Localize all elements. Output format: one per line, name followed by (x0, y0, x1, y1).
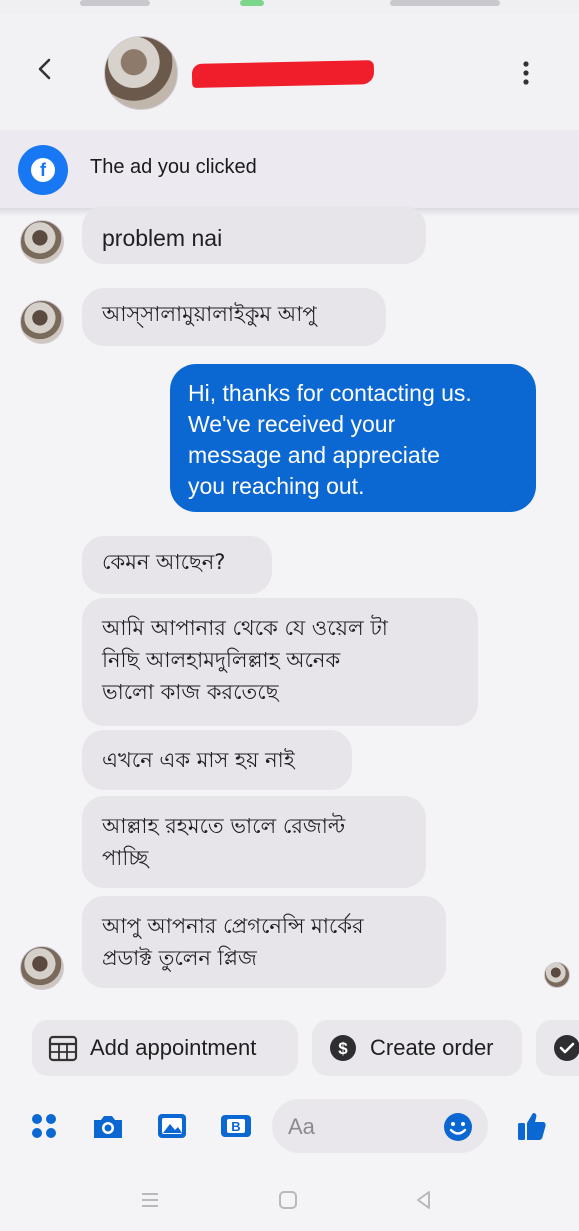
create-order-chip[interactable]: $ Create order (312, 1020, 522, 1076)
message-bubble-outgoing[interactable]: Hi, thanks for contacting us. We've rece… (170, 364, 536, 512)
message-bubble-incoming[interactable]: problem nai (82, 206, 426, 264)
more-options-button[interactable] (516, 58, 536, 88)
sender-avatar[interactable] (20, 300, 64, 344)
message-bubble-incoming[interactable]: আল্লাহ রহমতে ভালে রেজাল্ট পাচ্ছি (82, 796, 426, 888)
message-line: আল্লাহ রহমতে ভালে রেজাল্ট (102, 814, 346, 838)
calendar-icon (48, 1034, 78, 1062)
like-button[interactable] (512, 1095, 552, 1157)
image-icon (158, 1114, 186, 1138)
chip-label: Add appointment (90, 1035, 257, 1060)
message-line: নিছি আলহামদুলিল্লাহ অনেক (102, 648, 341, 672)
message-text: এখনে এক মাস হয় নাই (102, 748, 295, 772)
apps-button[interactable] (24, 1095, 64, 1157)
payment-button[interactable]: B (216, 1095, 256, 1157)
message-composer: B (0, 1095, 579, 1157)
message-input-container[interactable] (272, 1099, 488, 1155)
message-line: পাচ্ছি (102, 846, 149, 870)
emoji-button[interactable] (442, 1111, 474, 1143)
menu-lines-icon (142, 1193, 158, 1207)
message-text: আস্সালামুয়ালাইকুম আপু (102, 302, 317, 326)
message-line: Hi, thanks for contacting us. (188, 380, 472, 406)
message-text: problem nai (102, 225, 223, 251)
message-bubble-incoming[interactable]: আপু আপনার প্রেগনেন্সি মার্কের প্রডাক্ট ত… (82, 896, 446, 988)
more-actions-chip[interactable] (536, 1020, 579, 1076)
emoji-icon (444, 1113, 472, 1141)
back-nav-button[interactable] (404, 1180, 444, 1220)
back-button[interactable] (28, 52, 62, 86)
dollar-icon: $ (328, 1033, 358, 1063)
ad-referral-banner[interactable]: f The ad you clicked (0, 130, 579, 210)
ad-banner-text: The ad you clicked (90, 156, 257, 178)
message-line: আমি আপানার থেকে যে ওয়েল টা (102, 616, 388, 640)
home-square-icon (279, 1191, 297, 1209)
message-bubble-incoming[interactable]: কেমন আছেন? (82, 536, 272, 594)
chevron-left-icon (38, 58, 51, 80)
thumbs-up-icon (518, 1113, 546, 1140)
svg-text:$: $ (338, 1039, 348, 1058)
message-bubble-incoming[interactable]: এখনে এক মাস হয় নাই (82, 730, 352, 790)
chip-label: Create order (370, 1035, 494, 1060)
apps-icon (32, 1114, 56, 1138)
gallery-button[interactable] (152, 1095, 192, 1157)
sender-avatar[interactable] (20, 220, 64, 264)
back-triangle-icon (417, 1191, 430, 1209)
message-input[interactable] (286, 1099, 440, 1155)
add-appointment-chip[interactable]: Add appointment (32, 1020, 298, 1076)
redacted-contact-name (191, 60, 375, 88)
home-button[interactable] (268, 1180, 308, 1220)
svg-text:B: B (231, 1119, 240, 1134)
status-bar (0, 0, 579, 14)
system-nav-bar (0, 1170, 579, 1231)
recent-apps-button[interactable] (130, 1180, 170, 1220)
chat-header (0, 14, 579, 130)
message-line: আপু আপনার প্রেগনেন্সি মার্কের (102, 914, 364, 938)
message-line: প্রডাক্ট তুলেন প্লিজ (102, 946, 257, 970)
currency-icon: B (221, 1115, 251, 1137)
sender-avatar[interactable] (20, 946, 64, 990)
contact-avatar[interactable] (104, 36, 178, 110)
camera-button[interactable] (88, 1095, 128, 1157)
check-circle-icon (552, 1033, 579, 1063)
message-line: you reaching out. (188, 473, 365, 499)
message-line: ভালো কাজ করতেছে (102, 680, 279, 704)
camera-icon (94, 1116, 122, 1138)
message-line: We've received your (188, 411, 396, 437)
message-line: message and appreciate (188, 442, 440, 468)
read-receipt-avatar (544, 962, 570, 988)
message-bubble-incoming[interactable]: আমি আপানার থেকে যে ওয়েল টা নিছি আলহামদু… (82, 598, 478, 726)
message-text: কেমন আছেন? (102, 550, 226, 574)
facebook-icon: f (18, 145, 68, 195)
more-vertical-icon (523, 61, 529, 85)
message-bubble-incoming[interactable]: আস্সালামুয়ালাইকুম আপু (82, 288, 386, 346)
